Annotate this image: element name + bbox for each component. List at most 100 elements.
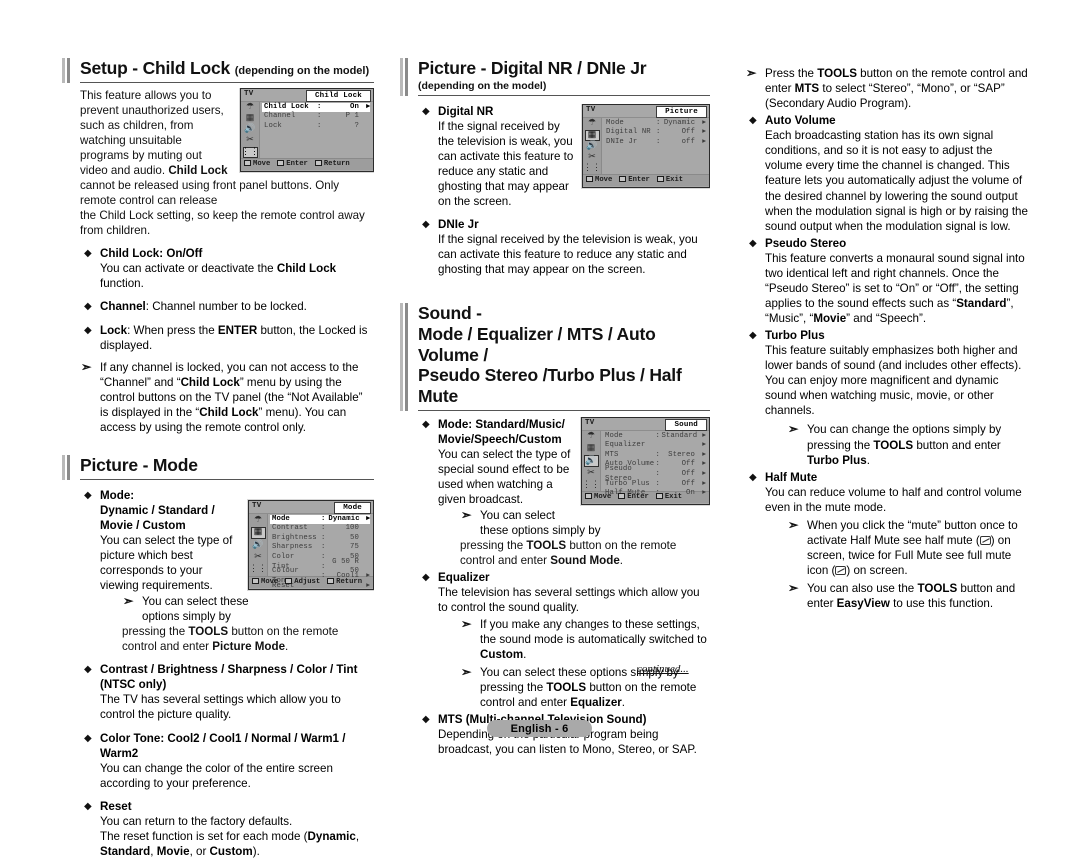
osd-row-value: P 1 xyxy=(345,112,359,121)
note-body: If any channel is locked, you can not ac… xyxy=(100,360,363,434)
bullet-body: This feature suitably emphasizes both hi… xyxy=(765,344,1022,418)
bullet-dnie-jr: ◆ DNIe Jr If the signal received by the … xyxy=(418,217,710,277)
bullet-turbo-plus: ◆ Turbo Plus This feature suitably empha… xyxy=(745,328,1030,468)
diamond-bullet-icon: ◆ xyxy=(84,664,92,676)
osd-titlebar: TV Child Lock xyxy=(241,88,373,102)
diamond-bullet-icon: ◆ xyxy=(422,572,430,584)
page-title-child-lock: Setup - Child Lock (depending on the mod… xyxy=(80,58,374,79)
bullet-title: Mode: xyxy=(100,488,135,502)
bullet-equalizer: ◆ Equalizer The television has several s… xyxy=(418,570,710,710)
heading-rule xyxy=(80,81,374,83)
osd-title-label: Child Lock xyxy=(305,89,371,102)
note-equalizer-custom: ➣ If you make any changes to these setti… xyxy=(460,617,710,662)
osd-row-value: ? xyxy=(354,121,359,130)
note-picture-mode-tools-tail: pressing the TOOLS button on the remote … xyxy=(122,625,339,654)
heading-rule xyxy=(80,478,374,480)
bullet-body: You can reduce volume to half and contro… xyxy=(765,485,1022,514)
manual-page: Setup - Child Lock (depending on the mod… xyxy=(0,0,1080,858)
bullet-auto-volume: ◆ Auto Volume Each broadcasting station … xyxy=(745,113,1030,234)
note-body-part-3: ) on screen. xyxy=(846,564,908,577)
bullet-lock: ◆ Lock: When press the ENTER button, the… xyxy=(80,323,374,353)
osd-row-sep: : xyxy=(317,102,322,111)
diamond-bullet-icon: ◆ xyxy=(84,248,92,260)
osd-footer-return: Return xyxy=(314,160,350,168)
diamond-bullet-icon: ◆ xyxy=(422,219,430,231)
osd-sound-speaker-icon: 🔊 xyxy=(244,124,256,135)
bullet-contrast-group: ◆ Contrast / Brightness / Sharpness / Co… xyxy=(80,662,374,722)
bullet-title: Channel xyxy=(100,300,146,314)
bullet-title: Half Mute xyxy=(765,470,818,484)
diamond-bullet-icon: ◆ xyxy=(84,800,92,812)
diamond-bullet-icon: ◆ xyxy=(422,105,430,117)
osd-child-lock: TV Child Lock ☂ ▦ 🔊 ✂ ⋮⋮ Child Lock : On… xyxy=(240,87,374,172)
bullet-body: : When press the ENTER button, the Locke… xyxy=(100,323,368,352)
osd-footer-label: Move xyxy=(253,160,271,169)
bullet-body-2: The reset function is set for each mode … xyxy=(100,829,360,858)
page-title-sound: Sound - Mode / Equalizer / MTS / Auto Vo… xyxy=(418,303,710,406)
arrow-note-icon: ➣ xyxy=(788,581,799,596)
osd-footer-enter: Enter xyxy=(277,160,308,168)
bullet-subtitle: Dynamic / Standard / Movie / Custom xyxy=(100,503,215,532)
bullet-sound-mode: ◆ Mode: Standard/Music/ Movie/Speech/Cus… xyxy=(418,417,710,539)
bullet-body: : Channel number to be locked. xyxy=(145,300,307,314)
note-half-mute-icons: ➣ When you click the “mute” button once … xyxy=(787,518,1030,578)
diamond-bullet-icon: ◆ xyxy=(84,489,92,501)
bullet-child-lock-onoff: ◆ Child Lock: On/Off You can activate or… xyxy=(80,246,374,291)
heading-rule xyxy=(418,94,710,96)
bullet-title: Equalizer xyxy=(438,571,490,585)
bullet-title: Digital NR xyxy=(438,104,494,118)
arrow-note-icon: ➣ xyxy=(746,66,757,80)
diamond-bullet-icon: ◆ xyxy=(749,237,757,249)
osd-row-sep: : xyxy=(317,121,322,130)
osd-row-sep: : xyxy=(317,112,322,121)
diamond-bullet-icon: ◆ xyxy=(84,301,92,313)
bullet-title: DNIe Jr xyxy=(438,218,479,232)
bullet-body: You can select the type of picture which… xyxy=(100,533,233,592)
bullet-digital-nr: ◆ Digital NR If the signal received by t… xyxy=(418,104,710,209)
bullet-body: If the signal received by the television… xyxy=(438,233,698,277)
child-lock-intro-tail: the Child Lock setting, so keep the remo… xyxy=(80,209,365,238)
bullet-pseudo-stereo: ◆ Pseudo Stereo This feature converts a … xyxy=(745,236,1030,326)
bullet-body: If the signal received by the television… xyxy=(438,119,574,209)
bullet-title: Reset xyxy=(100,799,132,813)
left-column: Setup - Child Lock (depending on the mod… xyxy=(62,58,374,859)
picture-mode-block: TV Mode ☂ ▦ 🔊 ✂ ⋮⋮ Mode : Dynamic ▸ Cont… xyxy=(62,486,374,859)
heading-decoration-bars xyxy=(62,454,73,480)
arrow-note-icon: ➣ xyxy=(461,664,472,679)
child-lock-intro-block: TV Child Lock ☂ ▦ 🔊 ✂ ⋮⋮ Child Lock : On… xyxy=(62,87,374,239)
bullet-title: Color Tone: Cool2 / Cool1 / Normal / War… xyxy=(100,731,346,760)
diamond-bullet-icon: ◆ xyxy=(422,713,430,725)
note-half-mute-easyview: ➣ You can also use the TOOLS button and … xyxy=(787,581,1030,611)
osd-row: Child Lock : On ▸ xyxy=(262,102,370,113)
bullet-title: Turbo Plus xyxy=(765,329,825,343)
bullet-channel: ◆ Channel: Channel number to be locked. xyxy=(80,299,374,314)
heading-rule xyxy=(418,409,710,411)
note-picture-mode-tools: ➣ You can select these options simply by xyxy=(122,594,282,624)
page-title-digital-nr: Picture - Digital NR / DNIe Jr xyxy=(418,58,647,78)
bullet-body: You can select the type of special sound… xyxy=(438,447,571,506)
bullet-body: Each broadcasting station has its own si… xyxy=(765,129,1028,233)
osd-row: Lock : ? xyxy=(264,122,370,132)
section-heading-digital-nr: Picture - Digital NR / DNIe Jr (dependin… xyxy=(400,58,710,96)
heading-line-3: Pseudo Stereo /Turbo Plus / Half Mute xyxy=(418,365,682,406)
bullet-title: Child Lock: On/Off xyxy=(100,247,203,261)
osd-row-label: Lock xyxy=(264,121,282,130)
bullet-reset: ◆ Reset You can return to the factory de… xyxy=(80,799,374,859)
bullet-title: Mode: Standard/Music/ Movie/Speech/Custo… xyxy=(438,417,565,446)
osd-footer-label: Enter xyxy=(286,160,308,169)
continued-label: continued... xyxy=(637,663,689,675)
digital-nr-block: TV Picture ☂ ▦ 🔊 ✂ ⋮⋮ Mode : Dynamic ▸ D… xyxy=(400,103,710,278)
arrow-note-icon: ➣ xyxy=(123,594,134,609)
middle-column: Picture - Digital NR / DNIe Jr (dependin… xyxy=(400,58,710,757)
osd-channel-icon: ✂ xyxy=(246,135,254,146)
osd-footer: Move Enter Return xyxy=(241,157,373,170)
bullet-body: You can activate or deactivate the Child… xyxy=(100,262,337,291)
heading-suffix-text: (depending on the model) xyxy=(234,65,370,77)
osd-rows: Child Lock : On ▸ Channel : P 1 Lock: ? xyxy=(260,102,373,158)
osd-tv-label: TV xyxy=(244,89,254,98)
diamond-bullet-icon: ◆ xyxy=(422,418,430,430)
osd-picture-icon: ▦ xyxy=(245,113,255,124)
sound-block: TV Sound ☂ ▦ 🔊 ✂ ⋮⋮ Mode : Standard ▸ Eq… xyxy=(400,416,710,757)
diamond-bullet-icon: ◆ xyxy=(84,732,92,744)
note-body: Press the TOOLS button on the remote con… xyxy=(765,67,1028,111)
